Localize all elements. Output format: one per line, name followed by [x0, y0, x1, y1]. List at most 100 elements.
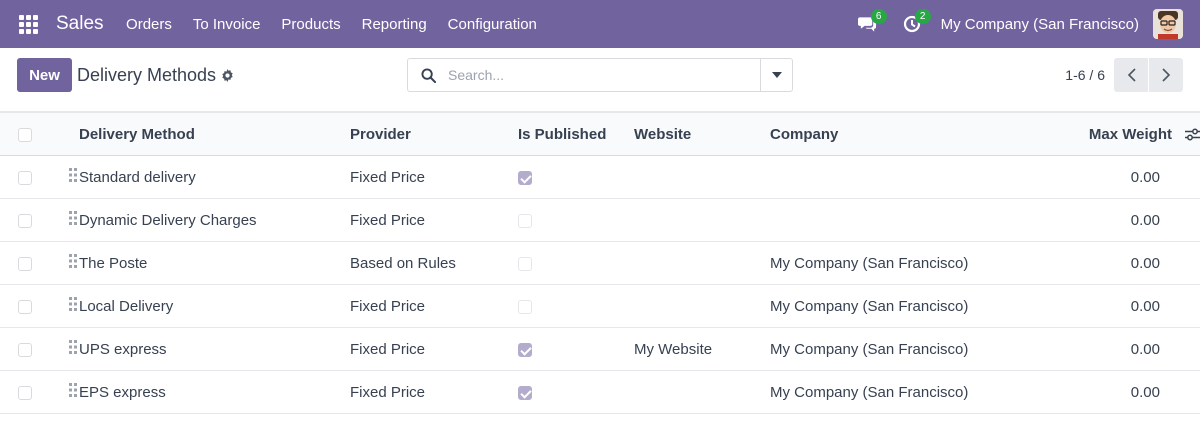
cell-delivery-method: Standard delivery: [79, 155, 350, 199]
cell-max-weight: 0.00: [1010, 198, 1200, 242]
row-select-checkbox[interactable]: [18, 170, 32, 185]
cell-max-weight: 0.00: [1010, 370, 1200, 414]
cell-website: My Website: [634, 327, 770, 371]
row-select-checkbox[interactable]: [18, 342, 32, 357]
menu-orders[interactable]: Orders: [116, 16, 183, 33]
table-row[interactable]: UPS express Fixed Price My Website My Co…: [0, 327, 1200, 371]
drag-handle-icon[interactable]: [69, 383, 77, 401]
cell-provider: Fixed Price: [350, 155, 518, 199]
optional-columns-icon[interactable]: [1185, 128, 1200, 141]
cell-delivery-method: The Poste: [79, 241, 350, 285]
cell-website: [634, 155, 770, 199]
cell-website: [634, 370, 770, 414]
search-input[interactable]: [448, 67, 760, 83]
table-row[interactable]: Dynamic Delivery Charges Fixed Price 0.0…: [0, 198, 1200, 242]
pager-next-button[interactable]: [1149, 58, 1183, 92]
user-avatar[interactable]: [1153, 9, 1183, 39]
activities-button[interactable]: 2: [893, 0, 931, 48]
published-checkbox: [518, 385, 532, 400]
column-company[interactable]: Company: [770, 112, 1010, 156]
cell-is-published: [518, 327, 634, 371]
table-row[interactable]: EPS express Fixed Price My Company (San …: [0, 370, 1200, 414]
messages-count-badge: 6: [870, 9, 887, 24]
cell-company: My Company (San Francisco): [770, 327, 1010, 371]
delivery-methods-table: Delivery Method Provider Is Published We…: [0, 112, 1200, 414]
search-bar: [407, 58, 793, 92]
activities-count-badge: 2: [914, 9, 931, 24]
search-icon: [408, 67, 448, 83]
published-checkbox: [518, 342, 532, 357]
column-max-weight[interactable]: Max Weight: [1089, 126, 1172, 143]
drag-handle-icon[interactable]: [69, 211, 77, 229]
caret-down-icon: [771, 72, 782, 78]
messages-button[interactable]: 6: [849, 0, 887, 48]
table-row[interactable]: Local Delivery Fixed Price My Company (S…: [0, 284, 1200, 328]
control-panel: New Delivery Methods 1-6 / 6: [0, 48, 1200, 112]
cell-delivery-method: Dynamic Delivery Charges: [79, 198, 350, 242]
menu-to-invoice[interactable]: To Invoice: [182, 16, 271, 33]
cell-provider: Fixed Price: [350, 327, 518, 371]
pager-value[interactable]: 1-6 / 6: [1065, 67, 1105, 83]
new-button[interactable]: New: [17, 58, 72, 92]
cell-is-published: [518, 370, 634, 414]
cell-max-weight: 0.00: [1010, 241, 1200, 285]
cell-is-published: [518, 198, 634, 242]
column-website[interactable]: Website: [634, 112, 770, 156]
table-row[interactable]: The Poste Based on Rules My Company (San…: [0, 241, 1200, 285]
cell-is-published: [518, 284, 634, 328]
cell-provider: Fixed Price: [350, 370, 518, 414]
cell-company: My Company (San Francisco): [770, 370, 1010, 414]
drag-handle-icon[interactable]: [69, 168, 77, 186]
cell-is-published: [518, 241, 634, 285]
published-checkbox: [518, 170, 532, 185]
drag-handle-icon[interactable]: [69, 340, 77, 358]
menu-products[interactable]: Products: [271, 16, 351, 33]
published-checkbox: [518, 213, 532, 228]
published-checkbox: [518, 256, 532, 271]
table-row[interactable]: Standard delivery Fixed Price 0.00: [0, 155, 1200, 199]
cell-website: [634, 198, 770, 242]
cell-provider: Based on Rules: [350, 241, 518, 285]
chevron-left-icon: [1127, 68, 1136, 82]
cell-is-published: [518, 155, 634, 199]
cell-website: [634, 284, 770, 328]
page-title: Delivery Methods: [77, 65, 234, 86]
drag-handle-icon[interactable]: [69, 297, 77, 315]
company-switcher[interactable]: My Company (San Francisco): [941, 16, 1139, 33]
row-select-checkbox[interactable]: [18, 299, 32, 314]
published-checkbox: [518, 299, 532, 314]
column-provider[interactable]: Provider: [350, 112, 518, 156]
cell-provider: Fixed Price: [350, 284, 518, 328]
menu-reporting[interactable]: Reporting: [351, 16, 437, 33]
apps-grid-icon[interactable]: [0, 0, 56, 48]
menu-configuration[interactable]: Configuration: [437, 16, 547, 33]
systray: 6 2 My Company (San Francisco): [849, 0, 1200, 48]
top-navbar: Sales Orders To Invoice Products Reporti…: [0, 0, 1200, 48]
table-header-row: Delivery Method Provider Is Published We…: [0, 112, 1200, 156]
cell-company: My Company (San Francisco): [770, 241, 1010, 285]
cell-max-weight: 0.00: [1010, 284, 1200, 328]
cell-company: [770, 198, 1010, 242]
chevron-right-icon: [1161, 68, 1170, 82]
row-select-checkbox[interactable]: [18, 213, 32, 228]
search-options-toggle[interactable]: [760, 59, 792, 91]
cell-company: My Company (San Francisco): [770, 284, 1010, 328]
cell-company: [770, 155, 1010, 199]
pager: 1-6 / 6: [1065, 58, 1183, 92]
cell-delivery-method: UPS express: [79, 327, 350, 371]
row-select-checkbox[interactable]: [18, 256, 32, 271]
drag-handle-icon[interactable]: [69, 254, 77, 272]
pager-previous-button[interactable]: [1114, 58, 1148, 92]
cell-delivery-method: EPS express: [79, 370, 350, 414]
column-delivery-method[interactable]: Delivery Method: [79, 112, 350, 156]
cell-delivery-method: Local Delivery: [79, 284, 350, 328]
select-all-checkbox[interactable]: [18, 127, 32, 142]
row-select-checkbox[interactable]: [18, 385, 32, 400]
cell-website: [634, 241, 770, 285]
breadcrumb-title: Delivery Methods: [77, 65, 217, 85]
cell-max-weight: 0.00: [1010, 327, 1200, 371]
gear-icon[interactable]: [221, 69, 234, 82]
cell-provider: Fixed Price: [350, 198, 518, 242]
app-name[interactable]: Sales: [56, 13, 104, 35]
column-is-published[interactable]: Is Published: [518, 112, 634, 156]
